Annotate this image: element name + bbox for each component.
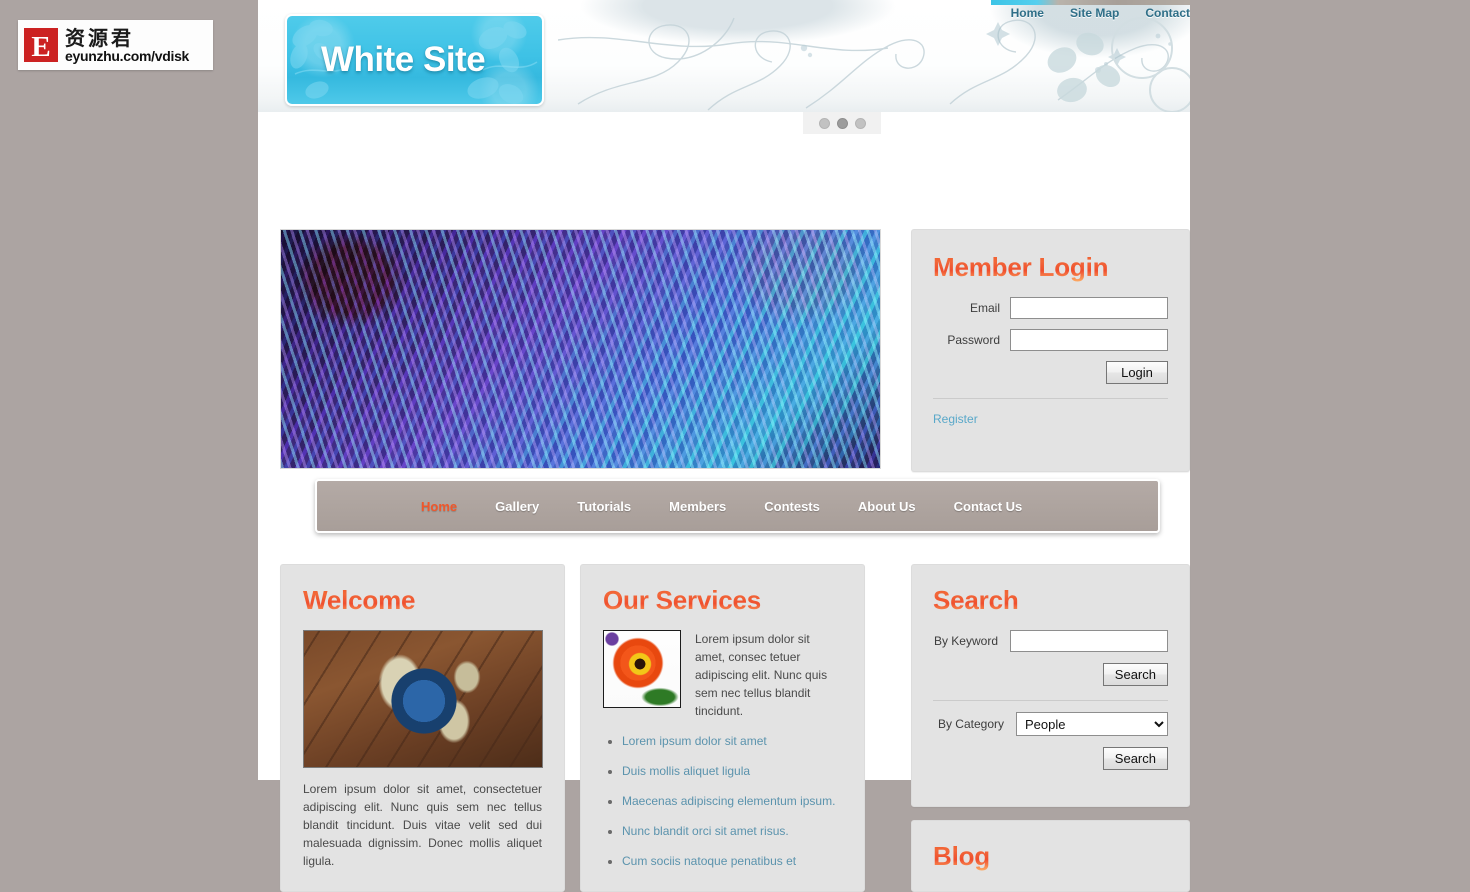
- main-navigation-wrapper: Home Gallery Tutorials Members Contests …: [315, 479, 1160, 533]
- email-label: Email: [969, 301, 1000, 315]
- services-panel: Our Services Lorem ipsum dolor sit amet,…: [580, 564, 865, 892]
- list-item: Maecenas adipiscing elementum ipsum.: [603, 794, 842, 808]
- watermark-badge-icon: E: [24, 28, 58, 63]
- site-title: White Site: [321, 40, 486, 79]
- service-link-2[interactable]: Duis mollis aliquet ligula: [622, 764, 750, 778]
- nav-item-contact-us[interactable]: Contact Us: [954, 499, 1023, 514]
- nav-item-about-us[interactable]: About Us: [858, 499, 916, 514]
- search-input[interactable]: [1010, 630, 1168, 652]
- by-category-label: By Category: [937, 717, 1004, 731]
- header-leaf-cluster-icon: [1047, 17, 1190, 112]
- main-navigation[interactable]: Home Gallery Tutorials Members Contests …: [315, 479, 1160, 533]
- welcome-panel: Welcome Lorem ipsum dolor sit amet, cons…: [280, 564, 565, 892]
- member-login-title: Member Login: [933, 252, 1168, 283]
- site-header: Home Site Map Contact White Site: [258, 0, 1190, 112]
- watermark-text: 资源君 eyunzhu.com/vdisk: [65, 28, 189, 63]
- member-login-panel: Member Login Email Password Login Regist…: [911, 229, 1190, 472]
- nav-item-home[interactable]: Home: [421, 499, 457, 514]
- slider-dots[interactable]: [803, 112, 881, 134]
- top-nav-item-site-map[interactable]: Site Map: [1070, 6, 1119, 20]
- watermark-chinese-label: 资源君: [65, 25, 134, 50]
- slider-dot-3[interactable]: [854, 117, 866, 129]
- login-button-row: Login: [933, 361, 1168, 384]
- top-nav-item-contact[interactable]: Contact: [1145, 6, 1190, 20]
- password-field[interactable]: [1010, 329, 1168, 351]
- top-nav-item-home[interactable]: Home: [1011, 6, 1044, 20]
- category-search-button[interactable]: Search: [1102, 747, 1168, 770]
- service-link-4[interactable]: Nunc blandit orci sit amet risus.: [622, 824, 789, 838]
- nav-item-members[interactable]: Members: [669, 499, 726, 514]
- watermark-logo: E 资源君 eyunzhu.com/vdisk: [18, 20, 213, 70]
- nav-item-gallery[interactable]: Gallery: [495, 499, 539, 514]
- category-select[interactable]: People: [1016, 712, 1168, 736]
- keyword-search-button[interactable]: Search: [1102, 663, 1168, 686]
- services-title: Our Services: [603, 585, 842, 616]
- slider-dot-2[interactable]: [836, 117, 848, 129]
- site-logo[interactable]: White Site: [285, 14, 544, 106]
- services-intro-text: Lorem ipsum dolor sit amet, consec tetue…: [695, 632, 828, 718]
- register-link[interactable]: Register: [933, 412, 978, 426]
- nav-item-tutorials[interactable]: Tutorials: [577, 499, 631, 514]
- category-row: By Category People: [933, 712, 1168, 736]
- welcome-title: Welcome: [303, 585, 542, 616]
- keyword-row: By Keyword: [933, 630, 1168, 652]
- service-link-1[interactable]: Lorem ipsum dolor sit amet: [622, 734, 767, 748]
- search-title: Search: [933, 585, 1168, 616]
- login-divider: [933, 398, 1168, 399]
- login-button[interactable]: Login: [1106, 361, 1168, 384]
- category-search-button-row: Search: [933, 747, 1168, 770]
- search-panel: Search By Keyword Search By Category Peo…: [911, 564, 1190, 807]
- email-row: Email: [933, 297, 1168, 319]
- slider-dot-1[interactable]: [818, 117, 830, 129]
- keyword-search-button-row: Search: [933, 663, 1168, 686]
- service-link-3[interactable]: Maecenas adipiscing elementum ipsum.: [622, 794, 835, 808]
- by-keyword-label: By Keyword: [933, 634, 998, 648]
- top-navigation[interactable]: Home Site Map Contact: [1011, 6, 1190, 20]
- blog-title: Blog: [933, 841, 1168, 872]
- blog-panel: Blog: [911, 820, 1190, 892]
- search-divider: [933, 700, 1168, 701]
- email-field[interactable]: [1010, 297, 1168, 319]
- welcome-body-text: Lorem ipsum dolor sit amet, consectetuer…: [303, 782, 542, 868]
- list-item: Duis mollis aliquet ligula: [603, 764, 842, 778]
- password-row: Password: [933, 329, 1168, 351]
- page-canvas: Home Site Map Contact White Site Member …: [258, 0, 1190, 892]
- hero-slider-image[interactable]: [280, 229, 881, 469]
- services-intro-block: Lorem ipsum dolor sit amet, consec tetue…: [603, 630, 842, 720]
- service-link-5[interactable]: Cum sociis natoque penatibus et: [622, 854, 796, 868]
- welcome-globe-image: [303, 630, 543, 768]
- password-label: Password: [947, 333, 1000, 347]
- list-item: Lorem ipsum dolor sit amet: [603, 734, 842, 748]
- header-accent-bar: [991, 0, 1190, 5]
- nav-item-contests[interactable]: Contests: [764, 499, 820, 514]
- list-item: Nunc blandit orci sit amet risus.: [603, 824, 842, 838]
- services-flower-image: [603, 630, 681, 708]
- watermark-url-label: eyunzhu.com/vdisk: [65, 47, 190, 64]
- list-item: Cum sociis natoque penatibus et: [603, 854, 842, 868]
- services-link-list: Lorem ipsum dolor sit amet Duis mollis a…: [603, 734, 842, 868]
